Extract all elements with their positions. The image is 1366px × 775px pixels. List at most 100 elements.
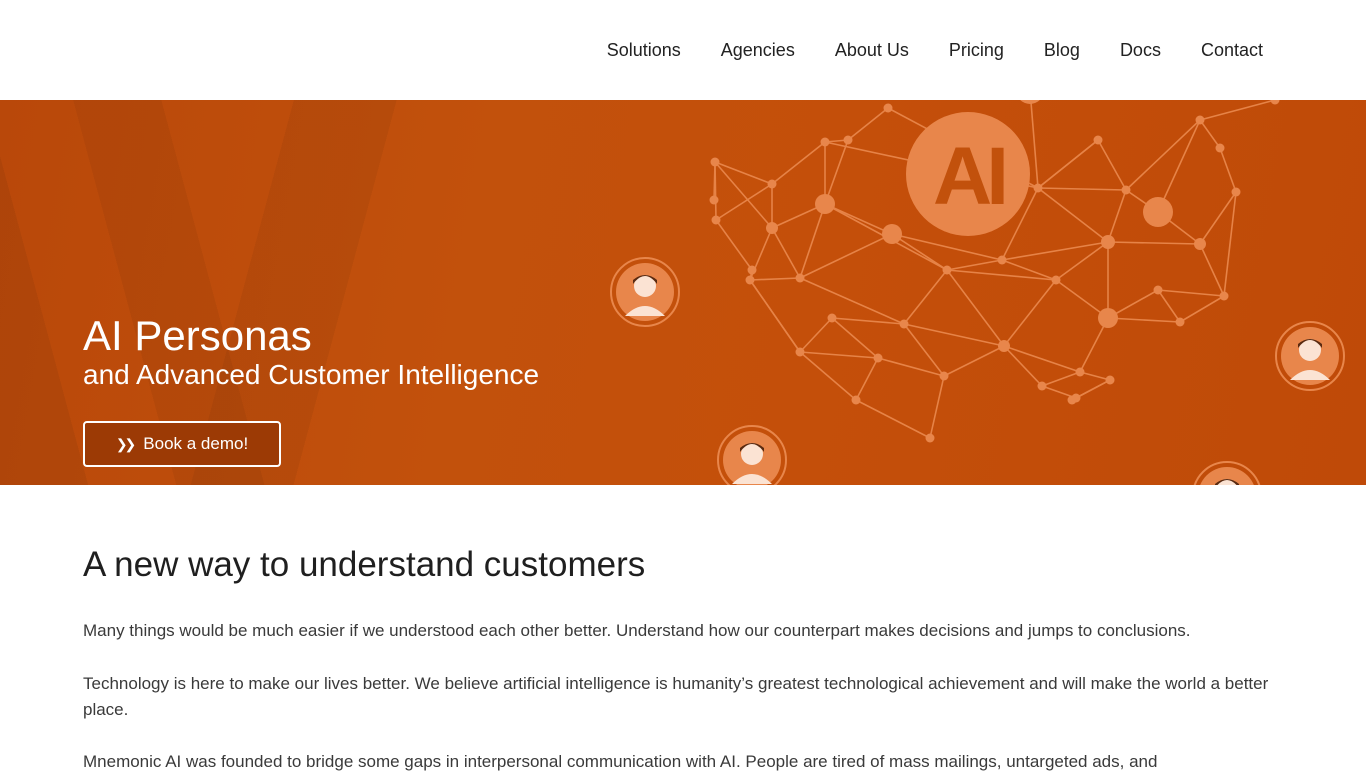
network-link — [771, 141, 826, 185]
network-node — [1033, 183, 1043, 193]
network-node — [1195, 115, 1205, 125]
network-link — [855, 399, 931, 439]
nav-agencies[interactable]: Agencies — [701, 38, 815, 62]
persona-avatar-icon — [1193, 461, 1261, 485]
network-node — [820, 137, 830, 147]
book-demo-button[interactable]: ❯❯ Book a demo! — [83, 421, 281, 467]
hero-subtitle: and Advanced Customer Intelligence — [83, 359, 540, 390]
network-link — [943, 345, 1005, 377]
network-link — [1107, 189, 1127, 243]
network-node — [1143, 197, 1173, 227]
network-link — [946, 269, 1057, 281]
ai-badge: AI — [906, 112, 1030, 236]
network-link — [749, 279, 801, 353]
network-node — [767, 179, 777, 189]
network-link — [1037, 187, 1127, 191]
network-link — [1037, 139, 1099, 189]
network-link — [1157, 119, 1201, 213]
paragraph-3: Mnemonic AI was founded to bridge some g… — [83, 752, 1158, 771]
network-link — [1001, 241, 1109, 261]
network-node — [939, 371, 949, 381]
network-link — [824, 203, 893, 235]
paragraph-1: Many things would be much easier if we u… — [83, 621, 1191, 640]
network-link — [1107, 317, 1181, 323]
network-node — [1175, 317, 1185, 327]
nav-pricing[interactable]: Pricing — [929, 38, 1024, 62]
network-node — [1215, 143, 1225, 153]
network-node — [998, 340, 1010, 352]
hero-banner: AI AI Personas and Advanced Customer Int… — [0, 100, 1366, 485]
network-link — [1030, 100, 1039, 189]
network-link — [799, 203, 826, 279]
network-node — [899, 319, 909, 329]
double-chevron-right-icon: ❯❯ — [115, 435, 137, 452]
network-link — [799, 233, 893, 279]
section-heading: A new way to understand customers — [83, 545, 646, 584]
network-node — [882, 224, 902, 244]
network-link — [1055, 241, 1109, 281]
network-link — [903, 269, 948, 325]
nav-about-us[interactable]: About Us — [815, 38, 929, 62]
network-node — [883, 103, 893, 113]
network-link — [1037, 187, 1109, 243]
network-node — [1219, 291, 1229, 301]
network-link — [855, 357, 879, 401]
network-node — [1270, 100, 1280, 105]
network-node — [1020, 100, 1040, 104]
network-link — [891, 233, 1003, 261]
network-link — [831, 317, 879, 359]
network-link — [799, 317, 833, 353]
network-node — [1121, 185, 1131, 195]
network-link — [929, 375, 945, 439]
network-node — [1051, 275, 1061, 285]
network-link — [799, 277, 905, 325]
persona-avatar-icon — [717, 425, 787, 485]
network-node — [942, 265, 952, 275]
ai-badge-text: AI — [933, 131, 1004, 222]
persona-avatar-icon — [1275, 321, 1345, 391]
network-link — [1079, 371, 1111, 381]
network-node — [709, 195, 719, 205]
network-link — [946, 259, 1003, 271]
network-link — [1199, 100, 1276, 121]
network-node — [766, 222, 778, 234]
network-node — [795, 347, 805, 357]
network-link — [713, 161, 716, 201]
network-link — [715, 183, 773, 221]
nav-solutions[interactable]: Solutions — [587, 38, 701, 62]
network-link — [1125, 119, 1201, 191]
site-header: Solutions Agencies About Us Pricing Blog… — [0, 0, 1366, 100]
nav-docs[interactable]: Docs — [1100, 38, 1181, 62]
network-node — [1105, 375, 1115, 385]
network-link — [1157, 289, 1181, 323]
network-link — [799, 351, 857, 401]
nav-blog[interactable]: Blog — [1024, 38, 1100, 62]
network-node — [997, 255, 1007, 265]
network-link — [771, 227, 801, 279]
main-nav: Solutions Agencies About Us Pricing Blog… — [587, 38, 1263, 62]
paragraph-2: Technology is here to make our lives bet… — [83, 674, 1269, 719]
network-link — [714, 161, 773, 229]
network-link — [1219, 147, 1237, 193]
network-link — [799, 351, 879, 359]
network-link — [715, 219, 753, 271]
network-node — [1194, 238, 1206, 250]
network-link — [1199, 119, 1221, 149]
network-node — [873, 353, 883, 363]
network-node — [711, 215, 721, 225]
hero-title: AI Personas — [83, 312, 312, 359]
network-link — [1107, 241, 1201, 245]
network-link — [1097, 139, 1127, 191]
network-node — [815, 194, 835, 214]
nav-contact[interactable]: Contact — [1181, 38, 1263, 62]
network-link — [1179, 295, 1225, 323]
network-node — [925, 433, 935, 443]
network-link — [877, 357, 945, 377]
network-node — [1075, 367, 1085, 377]
network-node — [851, 395, 861, 405]
network-link — [1199, 243, 1225, 297]
network-node — [843, 135, 853, 145]
network-node — [710, 157, 720, 167]
network-link — [1041, 371, 1081, 387]
network-node — [1098, 308, 1118, 328]
